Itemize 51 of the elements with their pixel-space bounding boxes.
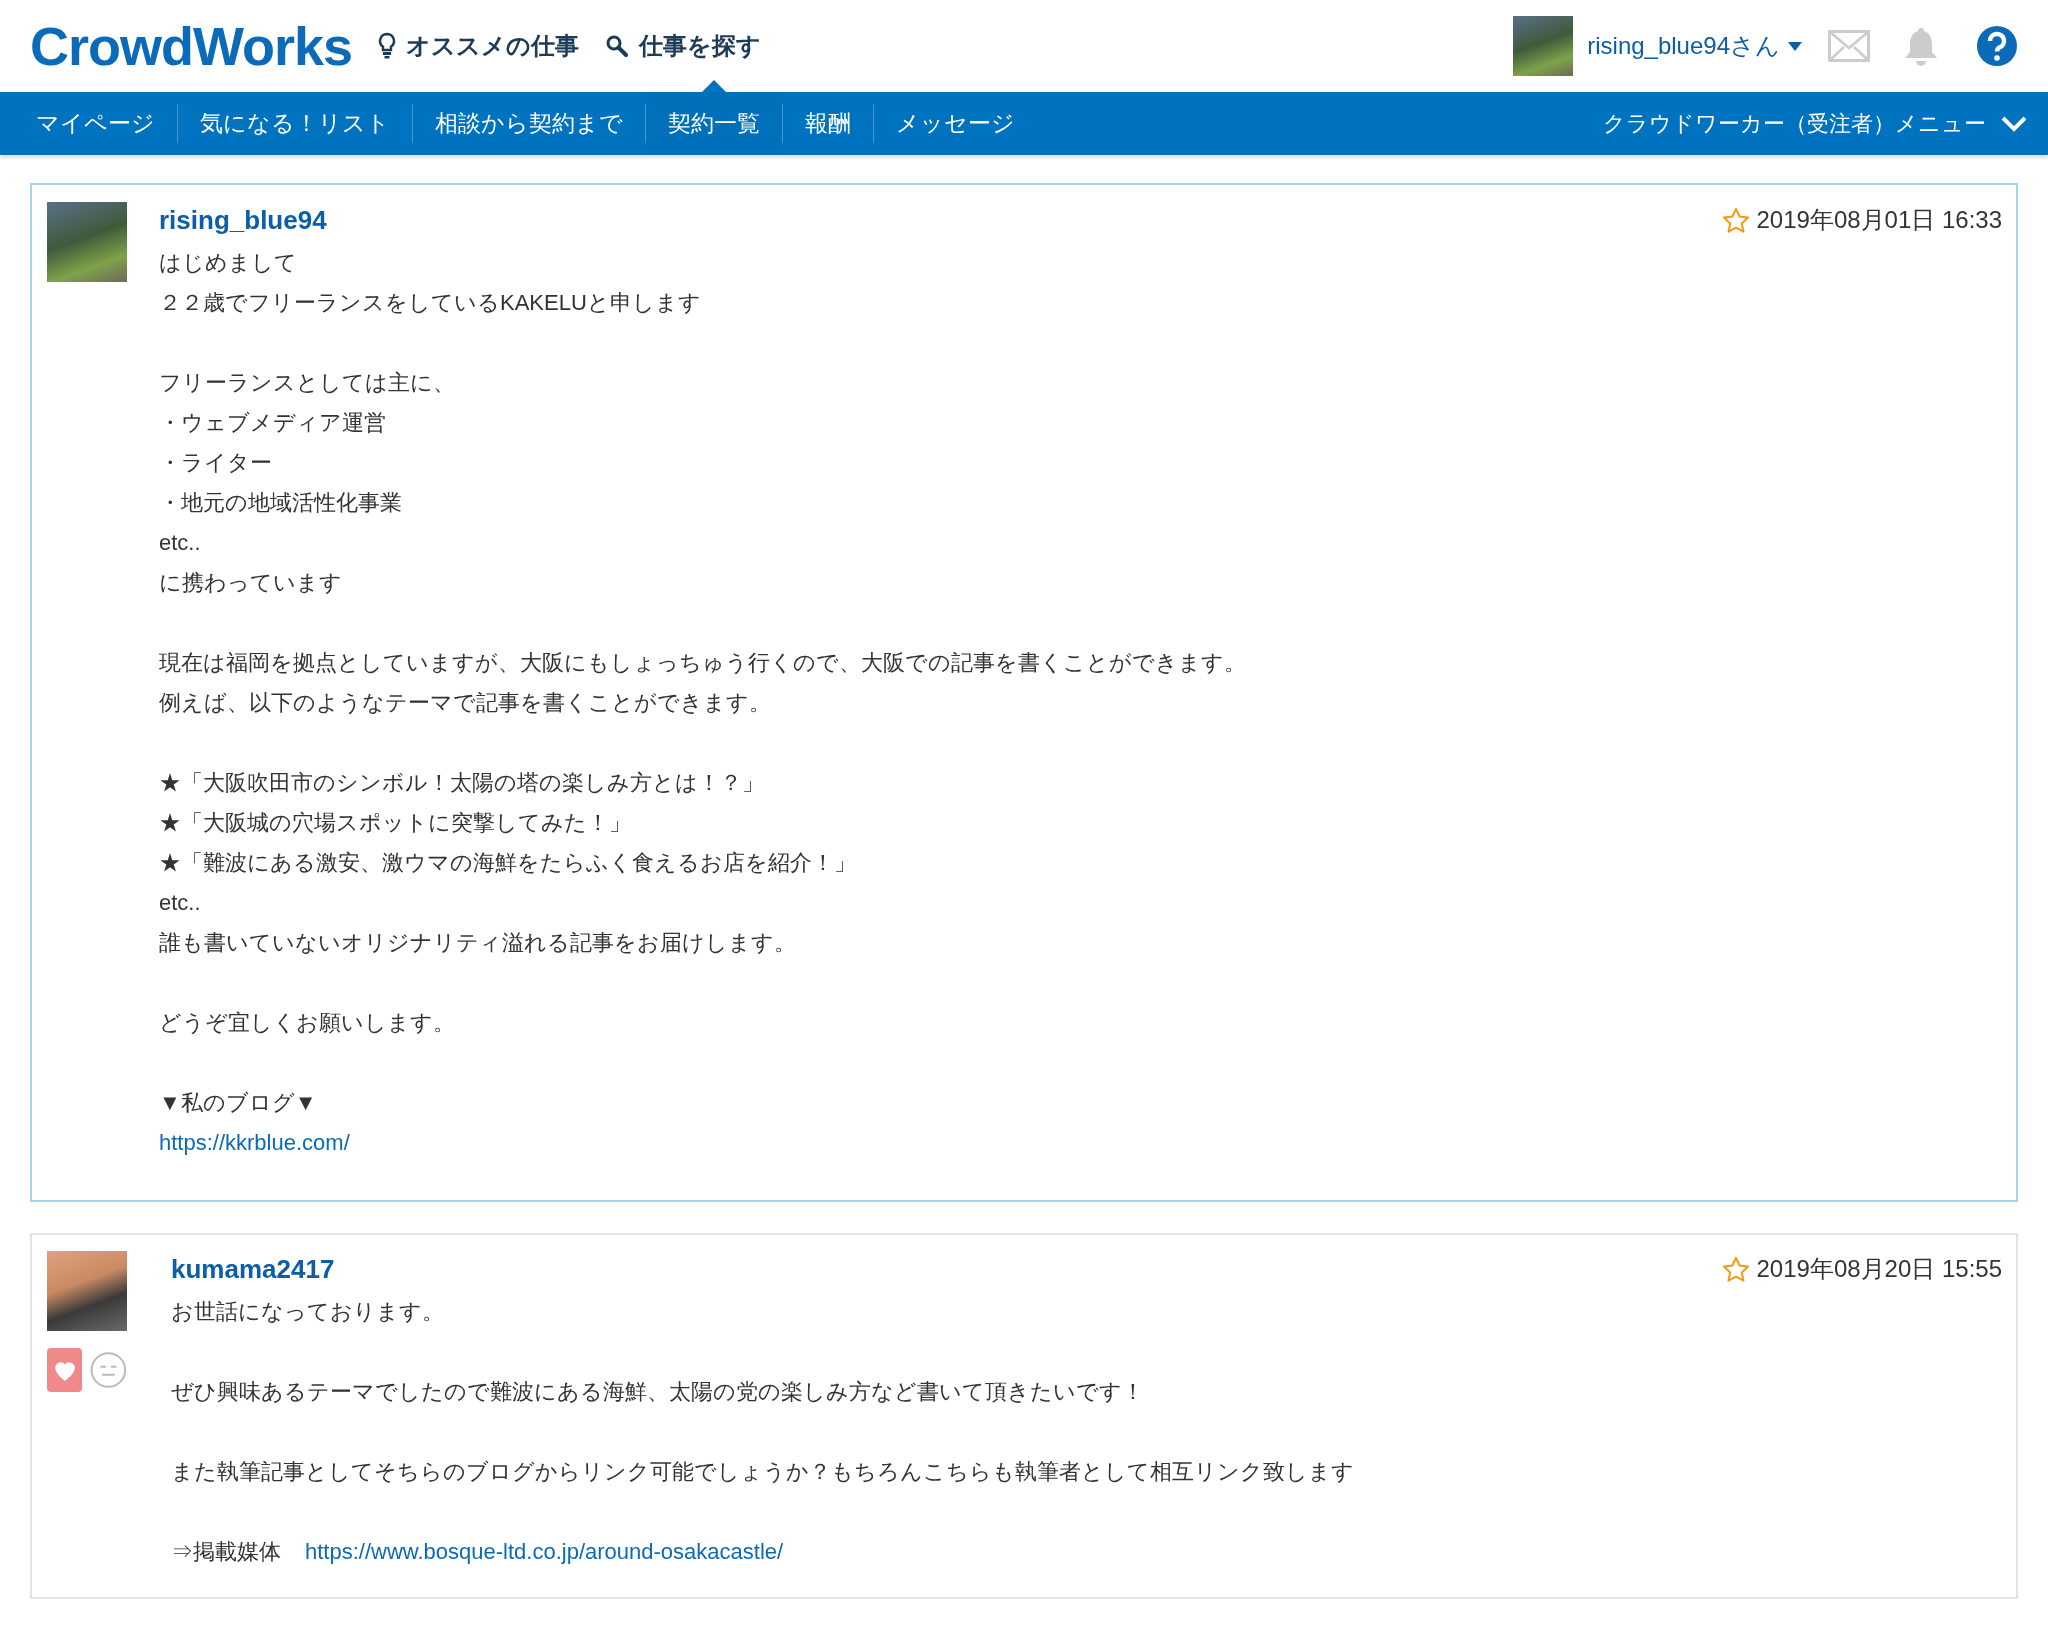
lightbulb-icon xyxy=(378,32,397,60)
message-link[interactable]: https://www.bosque-ltd.co.jp/around-osakacastle/ xyxy=(305,1534,784,1568)
message-text: どうぞ宜しくお願いします。 xyxy=(159,1008,455,1037)
message-text: はじめまして xyxy=(159,248,297,277)
message-date: 2019年08月01日 16:33 xyxy=(1756,205,2002,235)
mail-icon[interactable] xyxy=(1828,30,1870,62)
site-logo[interactable]: CrowdWorks xyxy=(30,5,353,87)
caret-icon xyxy=(1788,41,1802,51)
message-text: etc.. xyxy=(159,888,201,917)
author-name[interactable]: kumama2417 xyxy=(171,1249,335,1289)
avatar-photo[interactable] xyxy=(47,202,127,282)
message-text: ２２歳でフリーランスをしているKAKELUと申します xyxy=(159,288,701,317)
message-text: ぜひ興味あるテーマでしたので難波にある海鮮、太陽の党の楽しみ方など書いて頂きたいです！ xyxy=(171,1377,1144,1406)
message-text: また執筆記事としてそちらのブログからリンク可能でしょうか？もちろんこちらも執筆者として相互リンク致します xyxy=(171,1457,1354,1486)
active-tab-pointer xyxy=(702,80,726,92)
message-text: 誰も書いていないオリジナリティ溢れる記事をお届けします。 xyxy=(159,928,796,957)
nav-tab[interactable]: メッセージ xyxy=(874,92,1037,155)
message-text: フリーランスとしては主に、 xyxy=(159,368,455,397)
message-link[interactable]: https://kkrblue.com/ xyxy=(159,1125,350,1159)
user-avatar[interactable] xyxy=(1513,16,1574,76)
nav-tab[interactable]: 相談から契約まで xyxy=(413,92,645,155)
nav-tab[interactable]: 気になる！リスト xyxy=(178,92,412,155)
message-text: お世話になっております。 xyxy=(171,1297,444,1326)
message-text: に携わっています xyxy=(159,568,342,597)
nav-tab[interactable]: 報酬 xyxy=(783,92,873,155)
avatar-photo[interactable] xyxy=(47,1251,127,1331)
chevron-down-icon xyxy=(2000,114,2028,133)
star-icon[interactable] xyxy=(1722,1255,1751,1283)
message-text: 例えば、以下のようなテーマで記事を書くことができます。 xyxy=(159,688,771,717)
message-text: ★「難波にある激安、激ウマの海鮮をたらふく食えるお店を紹介！」 xyxy=(159,848,856,877)
header-link[interactable]: オススメの仕事 xyxy=(378,28,580,64)
worker-menu[interactable]: クラウドワーカー（受注者）メニュー xyxy=(1603,92,2034,155)
message-text: ・地元の地域活性化事業 xyxy=(159,488,402,517)
bell-icon[interactable] xyxy=(1902,26,1940,66)
message-text: ⇒掲載媒体 xyxy=(171,1537,281,1566)
message-text: ★「大阪吹田市のシンボル！太陽の塔の楽しみ方とは！？」 xyxy=(159,768,764,797)
author-name[interactable]: rising_blue94 xyxy=(159,200,327,240)
star-icon[interactable] xyxy=(1722,206,1751,234)
message-date: 2019年08月20日 15:55 xyxy=(1756,1254,2002,1284)
message-text: ▼私のブログ▼ xyxy=(159,1088,317,1117)
message-text: ・ウェブメディア運営 xyxy=(159,408,386,437)
message-text: ・ライター xyxy=(159,448,272,477)
message-text: ★「大阪城の穴場スポットに突撃してみた！」 xyxy=(159,808,631,837)
search-icon xyxy=(605,34,630,58)
help-icon[interactable] xyxy=(1976,25,2018,67)
user-menu[interactable]: rising_blue94さん xyxy=(1587,28,1802,64)
nav-tab[interactable]: マイページ xyxy=(14,92,177,155)
heart-reaction-button[interactable] xyxy=(47,1348,83,1392)
header-link[interactable]: 仕事を探す xyxy=(605,28,762,64)
message-text: 現在は福岡を拠点としていますが、大阪にもしょっちゅう行くので、大阪での記事を書くことができます。 xyxy=(159,648,1246,677)
message-text: etc.. xyxy=(159,528,201,557)
